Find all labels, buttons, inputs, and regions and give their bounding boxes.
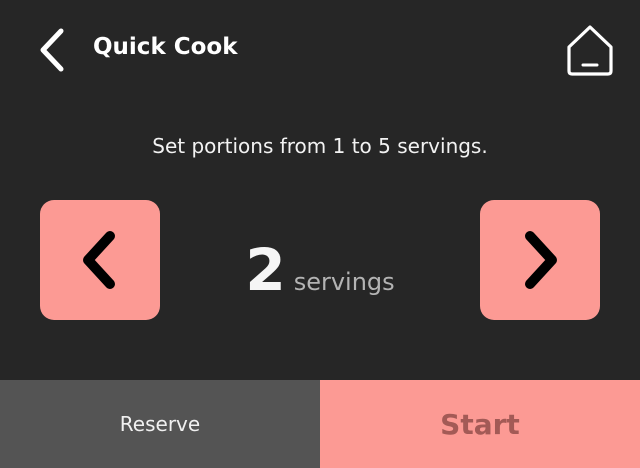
home-button[interactable] bbox=[560, 20, 620, 80]
page-title: Quick Cook bbox=[93, 34, 238, 60]
chevron-right-icon bbox=[525, 231, 557, 289]
decrement-button[interactable] bbox=[40, 200, 160, 320]
header-bar: Quick Cook bbox=[0, 0, 640, 96]
chevron-left-icon bbox=[83, 231, 115, 289]
chevron-left-icon bbox=[40, 28, 64, 72]
instructions-text: Set portions from 1 to 5 servings. bbox=[152, 134, 488, 158]
reserve-button[interactable]: Reserve bbox=[0, 380, 320, 468]
servings-display: 2 servings bbox=[160, 230, 480, 310]
increment-button[interactable] bbox=[480, 200, 600, 320]
start-button[interactable]: Start bbox=[320, 380, 640, 468]
servings-unit: servings bbox=[293, 268, 395, 296]
servings-value: 2 bbox=[245, 236, 286, 304]
back-button[interactable] bbox=[26, 25, 74, 75]
home-icon bbox=[567, 25, 613, 76]
